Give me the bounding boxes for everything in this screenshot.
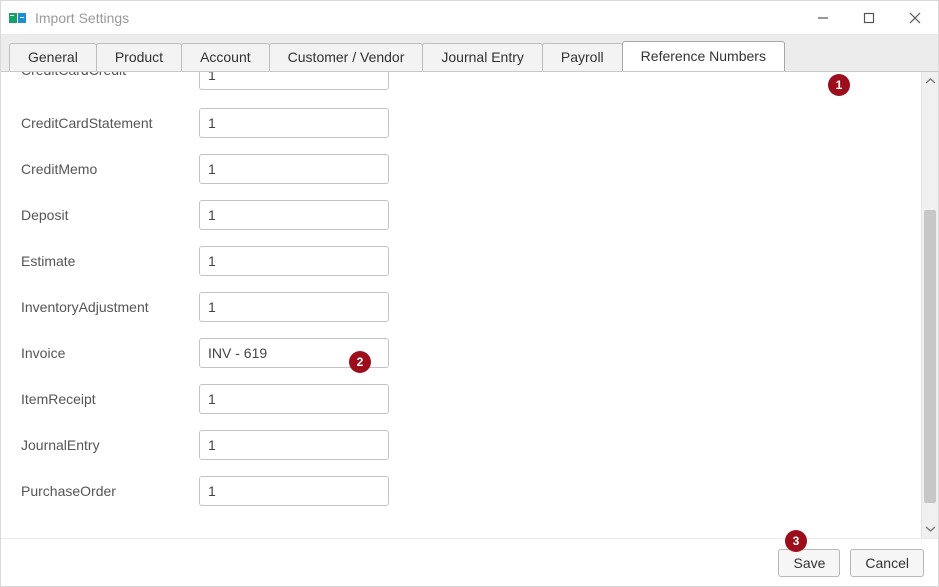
close-button[interactable]	[892, 1, 938, 35]
tab-label: Product	[115, 49, 163, 65]
field-row-deposit: Deposit	[21, 192, 921, 238]
creditmemo-input[interactable]	[199, 154, 389, 184]
tab-reference-numbers[interactable]: Reference Numbers	[622, 41, 785, 71]
window: Import Settings General Product Account …	[0, 0, 939, 587]
creditcardcredit-input[interactable]	[199, 72, 389, 90]
deposit-input[interactable]	[199, 200, 389, 230]
field-row-invoice: Invoice	[21, 330, 921, 376]
creditcardstatement-input[interactable]	[199, 108, 389, 138]
scroll-down-icon[interactable]	[922, 520, 939, 538]
app-icon	[9, 11, 27, 25]
scroll-thumb[interactable]	[924, 210, 936, 502]
titlebar: Import Settings	[1, 1, 938, 35]
field-row-creditcardcredit: CreditCardCredit	[21, 72, 921, 100]
field-row-purchaseorder: PurchaseOrder	[21, 468, 921, 514]
maximize-button[interactable]	[846, 1, 892, 35]
content: CreditCardCredit CreditCardStatement Cre…	[1, 72, 938, 538]
tab-label: Payroll	[561, 49, 604, 65]
scroll-up-icon[interactable]	[922, 72, 939, 90]
tab-label: Customer / Vendor	[288, 49, 405, 65]
field-label: InventoryAdjustment	[21, 299, 199, 315]
tab-customer-vendor[interactable]: Customer / Vendor	[269, 43, 424, 71]
tab-journal-entry[interactable]: Journal Entry	[422, 43, 542, 71]
field-label: Estimate	[21, 253, 199, 269]
cancel-button[interactable]: Cancel	[850, 549, 924, 577]
footer: Save Cancel	[1, 538, 938, 586]
tab-label: General	[28, 49, 78, 65]
tab-account[interactable]: Account	[181, 43, 270, 71]
field-label: JournalEntry	[21, 437, 199, 453]
field-label: CreditMemo	[21, 161, 199, 177]
itemreceipt-input[interactable]	[199, 384, 389, 414]
inventoryadjustment-input[interactable]	[199, 292, 389, 322]
form-scroll: CreditCardCredit CreditCardStatement Cre…	[1, 72, 921, 538]
field-row-inventoryadjustment: InventoryAdjustment	[21, 284, 921, 330]
field-row-creditcardstatement: CreditCardStatement	[21, 100, 921, 146]
purchaseorder-input[interactable]	[199, 476, 389, 506]
field-label: Deposit	[21, 207, 199, 223]
field-row-journalentry: JournalEntry	[21, 422, 921, 468]
window-title: Import Settings	[35, 10, 129, 26]
journalentry-input[interactable]	[199, 430, 389, 460]
save-button[interactable]: Save	[778, 549, 840, 577]
invoice-input[interactable]	[199, 338, 389, 368]
tabstrip: General Product Account Customer / Vendo…	[1, 35, 938, 72]
tab-label: Journal Entry	[441, 49, 523, 65]
field-label: PurchaseOrder	[21, 483, 199, 499]
tab-payroll[interactable]: Payroll	[542, 43, 623, 71]
tab-general[interactable]: General	[9, 43, 97, 71]
field-row-itemreceipt: ItemReceipt	[21, 376, 921, 422]
field-label: CreditCardCredit	[21, 72, 199, 78]
field-label: Invoice	[21, 345, 199, 361]
tab-label: Account	[200, 49, 251, 65]
reference-numbers-form: CreditCardCredit CreditCardStatement Cre…	[21, 72, 921, 514]
minimize-button[interactable]	[800, 1, 846, 35]
field-row-estimate: Estimate	[21, 238, 921, 284]
field-row-creditmemo: CreditMemo	[21, 146, 921, 192]
tab-label: Reference Numbers	[641, 48, 766, 64]
vertical-scrollbar[interactable]	[921, 72, 938, 538]
scroll-track[interactable]	[922, 90, 938, 520]
field-label: CreditCardStatement	[21, 115, 199, 131]
tab-product[interactable]: Product	[96, 43, 182, 71]
field-label: ItemReceipt	[21, 391, 199, 407]
estimate-input[interactable]	[199, 246, 389, 276]
